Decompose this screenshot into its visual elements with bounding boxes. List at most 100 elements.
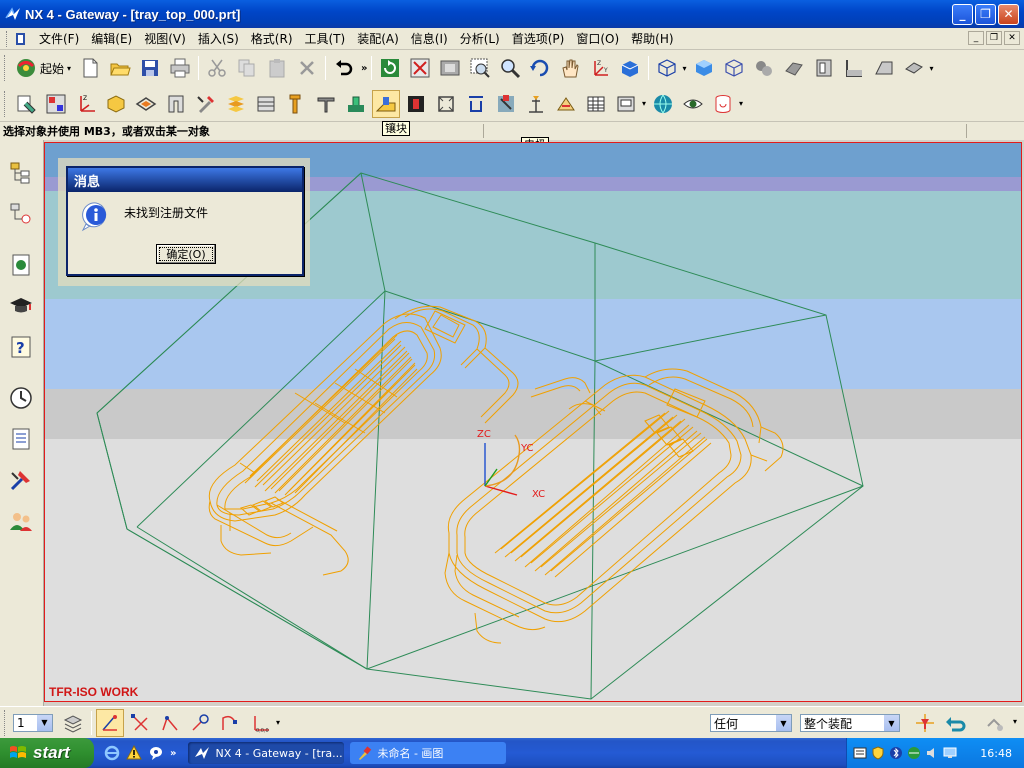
snap-point-button[interactable]	[96, 708, 124, 737]
print-button[interactable]	[166, 54, 194, 82]
center-snap-button[interactable]	[186, 709, 214, 737]
document-window-icon[interactable]	[15, 32, 27, 46]
origin-snap-button[interactable]: 0,0,0	[246, 709, 274, 737]
shrinkage-button[interactable]	[102, 90, 130, 118]
menu-insert[interactable]: 插入(S)	[192, 30, 245, 47]
ok-button[interactable]: 确定(O)	[156, 244, 216, 264]
mold-csys-button[interactable]: Z	[72, 90, 100, 118]
family-mold-button[interactable]	[42, 90, 70, 118]
layout-button[interactable]	[612, 90, 640, 118]
close-button[interactable]: ✕	[998, 3, 1019, 25]
cylinder-button[interactable]	[709, 90, 737, 118]
shaded-cube-button[interactable]	[690, 54, 718, 82]
warning-icon[interactable]	[126, 745, 142, 761]
endpoint-snap-button[interactable]	[126, 709, 154, 737]
electrode-button[interactable]	[402, 90, 430, 118]
menu-window[interactable]: 窗口(O)	[570, 30, 625, 47]
zoom-area-button[interactable]	[466, 54, 494, 82]
cooling-button[interactable]	[552, 90, 580, 118]
roles-tab[interactable]	[4, 504, 38, 538]
maximize-button[interactable]: ❐	[975, 3, 996, 25]
globe-button[interactable]	[649, 90, 677, 118]
toolbar-overflow[interactable]: »	[361, 63, 367, 74]
rotate-button[interactable]	[526, 54, 554, 82]
help-tab[interactable]: ?	[4, 330, 38, 364]
filter-button[interactable]	[911, 709, 939, 737]
workpiece-button[interactable]	[132, 90, 160, 118]
mdi-restore-button[interactable]: ❐	[986, 31, 1002, 45]
quick-launch-overflow[interactable]: »	[170, 748, 176, 759]
deselect-button[interactable]	[941, 709, 969, 737]
web-browser-tab[interactable]	[4, 248, 38, 282]
toolbar-grip[interactable]	[4, 55, 7, 81]
task-nx[interactable]: NX 4 - Gateway - [tra...	[188, 742, 345, 764]
delete-button[interactable]	[293, 54, 321, 82]
pan-button[interactable]	[556, 54, 584, 82]
paste-button[interactable]	[263, 54, 291, 82]
mdi-minimize-button[interactable]: _	[968, 31, 984, 45]
zoom-button[interactable]	[496, 54, 524, 82]
refresh-button[interactable]	[376, 54, 404, 82]
view-front-button[interactable]	[810, 54, 838, 82]
hidden-edges-button[interactable]	[750, 54, 778, 82]
menu-preferences[interactable]: 首选项(P)	[506, 30, 571, 47]
menu-edit[interactable]: 编辑(E)	[85, 30, 138, 47]
chevron-down-icon[interactable]: ▾	[640, 99, 648, 108]
chevron-down-icon[interactable]: ▼	[883, 715, 899, 731]
wireframe-view-button[interactable]	[653, 54, 681, 82]
view-orient-button[interactable]	[900, 54, 928, 82]
selection-scope-select[interactable]: 整个装配 ▼	[800, 714, 900, 732]
history-tab[interactable]	[4, 381, 38, 415]
toolbar-grip[interactable]	[4, 90, 7, 117]
layer-select[interactable]: 1 ▼	[13, 713, 53, 732]
zoom-window-button[interactable]	[436, 54, 464, 82]
messenger-icon[interactable]	[148, 745, 164, 761]
volume-icon[interactable]	[925, 746, 939, 760]
view-side-button[interactable]	[840, 54, 868, 82]
task-paint[interactable]: 未命名 - 画图	[350, 742, 507, 764]
part-navigator-tab[interactable]	[4, 197, 38, 231]
internet-explorer-icon[interactable]	[104, 745, 120, 761]
face-analysis-button[interactable]	[780, 54, 808, 82]
moldbase-button[interactable]	[252, 90, 280, 118]
static-wireframe-button[interactable]	[720, 54, 748, 82]
cut-button[interactable]	[203, 54, 231, 82]
keyboard-layout-icon[interactable]	[853, 746, 867, 760]
start-button[interactable]: start	[0, 738, 94, 768]
chevron-down-icon[interactable]: ▾	[928, 64, 936, 73]
message-dialog[interactable]: 消息 未找到注册文件 确定(O)	[66, 166, 304, 276]
menu-help[interactable]: 帮助(H)	[625, 30, 679, 47]
chevron-down-icon[interactable]: ▾	[681, 64, 689, 73]
show-hide-button[interactable]	[679, 90, 707, 118]
menu-analysis[interactable]: 分析(L)	[454, 30, 506, 47]
chevron-down-icon[interactable]: ▾	[737, 99, 745, 108]
new-button[interactable]	[76, 54, 104, 82]
network-icon[interactable]	[907, 746, 921, 760]
menu-grip[interactable]	[6, 30, 9, 47]
chevron-down-icon[interactable]: ▼	[775, 715, 791, 731]
chevron-down-icon[interactable]: ▾	[1011, 717, 1019, 726]
undo-button[interactable]	[330, 54, 358, 82]
bluetooth-icon[interactable]	[889, 746, 903, 760]
process-studio-tab[interactable]	[4, 463, 38, 497]
fit-view-button[interactable]	[406, 54, 434, 82]
wcs-button[interactable]: ZY	[586, 54, 614, 82]
display-settings-icon[interactable]	[943, 746, 957, 760]
pocket-button[interactable]	[462, 90, 490, 118]
menu-information[interactable]: 信息(I)	[405, 30, 454, 47]
bill-of-material-button[interactable]	[492, 90, 520, 118]
menu-file[interactable]: 文件(F)	[33, 30, 85, 47]
palette-tab[interactable]	[4, 422, 38, 456]
view-iso-button[interactable]	[870, 54, 898, 82]
mdi-close-button[interactable]: ✕	[1004, 31, 1020, 45]
view-manager-button[interactable]	[582, 90, 610, 118]
security-shield-icon[interactable]	[871, 746, 885, 760]
dialog-title[interactable]: 消息	[68, 168, 302, 192]
menu-assembly[interactable]: 装配(A)	[351, 30, 405, 47]
save-button[interactable]	[136, 54, 164, 82]
general-selection-button[interactable]	[981, 709, 1009, 737]
layer-settings-button[interactable]	[59, 709, 87, 737]
assembly-navigator-tab[interactable]	[4, 156, 38, 190]
open-button[interactable]	[106, 54, 134, 82]
minimize-button[interactable]: _	[952, 3, 973, 25]
